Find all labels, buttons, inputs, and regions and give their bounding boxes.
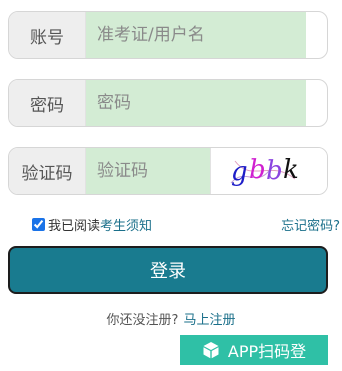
app-scan-login-button[interactable]: APP扫码登 bbox=[180, 335, 328, 365]
password-input[interactable] bbox=[86, 80, 306, 126]
svg-text:g: g bbox=[231, 157, 248, 187]
password-label: 密码 bbox=[9, 80, 86, 126]
register-link[interactable]: 马上注册 bbox=[183, 313, 235, 328]
username-label: 账号 bbox=[9, 12, 86, 58]
svg-text:k: k bbox=[283, 155, 299, 185]
register-prompt: 你还没注册? bbox=[106, 313, 179, 328]
agree-terms: 我已阅读 考生须知 bbox=[32, 215, 152, 234]
captcha-image[interactable]: g b b k bbox=[210, 148, 327, 194]
password-field: 密码 bbox=[8, 79, 328, 127]
register-row: 你还没注册? 马上注册 bbox=[0, 309, 342, 328]
forgot-password-link[interactable]: 忘记密码? bbox=[281, 215, 340, 234]
svg-text:b: b bbox=[249, 155, 266, 185]
captcha-label: 验证码 bbox=[9, 148, 86, 194]
app-scan-label: APP扫码登 bbox=[227, 342, 307, 361]
captcha-field: 验证码 g b b k bbox=[8, 147, 328, 195]
username-field: 账号 bbox=[8, 11, 328, 59]
captcha-picture: g b b k bbox=[230, 155, 299, 187]
username-input[interactable] bbox=[86, 12, 306, 58]
agree-checkbox[interactable] bbox=[32, 218, 45, 231]
login-button[interactable]: 登录 bbox=[8, 246, 328, 294]
candidate-notice-link[interactable]: 考生须知 bbox=[100, 215, 152, 234]
cube-icon bbox=[202, 341, 220, 359]
svg-text:b: b bbox=[266, 156, 283, 186]
agree-prefix: 我已阅读 bbox=[48, 219, 101, 234]
captcha-input[interactable] bbox=[86, 148, 210, 194]
